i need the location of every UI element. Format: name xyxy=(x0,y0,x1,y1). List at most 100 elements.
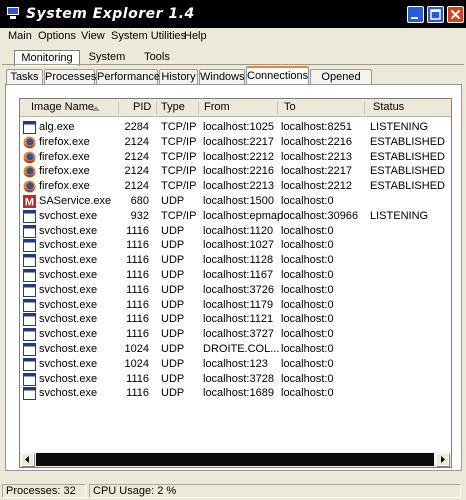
subtab-history[interactable]: History xyxy=(159,69,198,84)
cell-status: LISTENING xyxy=(370,121,429,133)
table-row[interactable]: svchost.exe 1116 UDP localhost:1121 localhos… xyxy=(20,312,451,327)
cell-image-name: firefox.exe xyxy=(39,135,90,148)
table-row[interactable]: alg.exe 2284 TCP/IP localhost:1025 localhost… xyxy=(20,120,451,135)
table-row[interactable]: firefox.exe 2124 TCP/IP localhost:2217 local… xyxy=(20,135,451,150)
tab-system[interactable]: System xyxy=(84,50,130,65)
table-row[interactable]: svchost.exe 1116 UDP localhost:3727 localhos… xyxy=(20,327,451,342)
cell-to: localhost:0 xyxy=(281,269,334,281)
table-row[interactable]: svchost.exe 1116 UDP localhost:1689 localhos… xyxy=(20,386,451,401)
connections-list[interactable]: Image Name PID Type From To Status alg.e… xyxy=(19,98,452,468)
title-bar[interactable]: System Explorer 1.4 xyxy=(0,0,466,28)
cell-image-name: alg.exe xyxy=(39,121,75,133)
close-button[interactable] xyxy=(447,6,464,23)
cell-from: localhost:2212 xyxy=(203,150,274,163)
subtab-connections[interactable]: Connections xyxy=(246,66,309,85)
column-pid[interactable]: PID xyxy=(133,101,151,113)
firefox-icon xyxy=(23,136,36,149)
firefox-icon xyxy=(23,165,36,178)
computer-icon xyxy=(7,7,19,19)
table-row[interactable]: svchost.exe 1116 UDP localhost:3726 localhos… xyxy=(20,283,451,298)
column-separator[interactable] xyxy=(156,102,157,114)
svg-text:M: M xyxy=(25,197,34,209)
cell-status: ESTABLISHED xyxy=(370,180,445,193)
cell-to: localhost:0 xyxy=(281,298,334,311)
scroll-left-button[interactable] xyxy=(21,453,34,466)
cell-to: localhost:0 xyxy=(281,254,334,267)
tab-tools[interactable]: Tools xyxy=(136,50,178,65)
cell-type: UDP xyxy=(161,254,185,267)
cell-pid: 1024 xyxy=(124,343,149,355)
cell-to: localhost:2212 xyxy=(281,180,352,193)
menu-system-utilities[interactable]: System Utilities xyxy=(111,30,186,42)
column-type[interactable]: Type xyxy=(161,101,185,113)
scroll-thumb[interactable] xyxy=(36,453,434,466)
column-status[interactable]: Status xyxy=(373,101,404,113)
column-separator[interactable] xyxy=(198,102,199,114)
cell-image-name: svchost.exe xyxy=(39,387,98,400)
cell-type: UDP xyxy=(161,372,185,385)
cell-type: UDP xyxy=(161,269,185,281)
table-row[interactable]: firefox.exe 2124 TCP/IP localhost:2212 local… xyxy=(20,150,451,165)
cell-status: ESTABLISHED xyxy=(370,150,445,163)
table-row[interactable]: svchost.exe 932 TCP/IP localhost:epmap local… xyxy=(20,209,451,224)
status-bar: Processes: 32 CPU Usage: 2 % xyxy=(0,482,466,500)
cell-image-name: svchost.exe xyxy=(39,357,98,370)
cell-status: LISTENING xyxy=(370,209,429,222)
menu-help[interactable]: Help xyxy=(184,30,207,42)
cell-image-name: svchost.exe xyxy=(39,254,98,267)
cell-image-name: svchost.exe xyxy=(39,239,98,252)
window-icon xyxy=(23,372,36,386)
cell-image-name: svchost.exe xyxy=(39,372,98,385)
menu-main[interactable]: Main xyxy=(8,30,32,42)
window-icon xyxy=(23,343,36,356)
table-row[interactable]: firefox.exe 2124 TCP/IP localhost:2216 local… xyxy=(20,164,451,179)
window-icon xyxy=(23,298,36,312)
subtab-performance[interactable]: Performance xyxy=(96,69,160,84)
cell-pid: 1116 xyxy=(126,313,149,326)
cell-from: localhost:1179 xyxy=(203,298,274,311)
cell-type: UDP xyxy=(161,224,185,237)
cell-image-name: svchost.exe xyxy=(39,269,98,281)
cell-pid: 1116 xyxy=(126,239,149,252)
table-row[interactable]: svchost.exe 1116 UDP localhost:1027 localhos… xyxy=(20,238,451,253)
table-row[interactable]: svchost.exe 1116 UDP localhost:1167 localhos… xyxy=(20,268,451,283)
table-row[interactable]: svchost.exe 1024 UDP localhost:123 localhost… xyxy=(20,357,451,372)
subtab-processes[interactable]: Processes xyxy=(44,69,96,84)
column-separator[interactable] xyxy=(277,102,278,114)
cell-to: localhost:0 xyxy=(281,283,334,296)
cell-from: localhost:1027 xyxy=(203,239,274,252)
cell-to: localhost:0 xyxy=(281,313,334,326)
cell-type: UDP xyxy=(161,328,185,341)
minimize-button[interactable] xyxy=(407,6,424,23)
cell-from: DROITE.COL... xyxy=(203,343,280,355)
subtab-opened-files[interactable]: Opened Files xyxy=(310,69,372,98)
window-icon xyxy=(23,224,36,238)
table-row[interactable]: M SAService.exe 680 UDP localhost:1500 localh… xyxy=(20,194,451,209)
table-row[interactable]: svchost.exe 1116 UDP localhost:1179 localhos… xyxy=(20,298,451,313)
cell-type: TCP/IP xyxy=(161,150,197,163)
column-to[interactable]: To xyxy=(284,101,296,113)
table-row[interactable]: svchost.exe 1024 UDP DROITE.COL... localhost… xyxy=(20,342,451,357)
subtab-windows[interactable]: Windows xyxy=(199,69,245,84)
scroll-right-button[interactable] xyxy=(436,453,449,466)
column-from[interactable]: From xyxy=(204,101,230,113)
table-row[interactable]: svchost.exe 1116 UDP localhost:1120 localhos… xyxy=(20,224,451,239)
cell-to: localhost:30966 xyxy=(281,209,359,222)
table-row[interactable]: firefox.exe 2124 TCP/IP localhost:2213 local… xyxy=(20,179,451,194)
table-row[interactable]: svchost.exe 1116 UDP localhost:1128 localhos… xyxy=(20,253,451,268)
column-separator[interactable] xyxy=(364,102,365,114)
menu-view[interactable]: View xyxy=(81,30,105,42)
menu-options[interactable]: Options xyxy=(38,30,76,42)
maximize-button[interactable] xyxy=(427,6,444,23)
cell-type: TCP/IP xyxy=(161,135,197,148)
table-row[interactable]: svchost.exe 1116 UDP localhost:3728 localhos… xyxy=(20,372,451,387)
sort-ascending-icon xyxy=(92,106,100,111)
cell-pid: 1116 xyxy=(126,283,149,296)
column-separator[interactable] xyxy=(118,102,119,114)
column-image-name[interactable]: Image Name xyxy=(31,101,94,113)
subtab-tasks[interactable]: Tasks xyxy=(6,69,43,84)
cell-to: localhost:0 xyxy=(281,195,334,207)
cell-status: ESTABLISHED xyxy=(370,135,445,148)
horizontal-scrollbar[interactable] xyxy=(20,452,451,467)
cell-to: localhost:0 xyxy=(281,328,334,341)
